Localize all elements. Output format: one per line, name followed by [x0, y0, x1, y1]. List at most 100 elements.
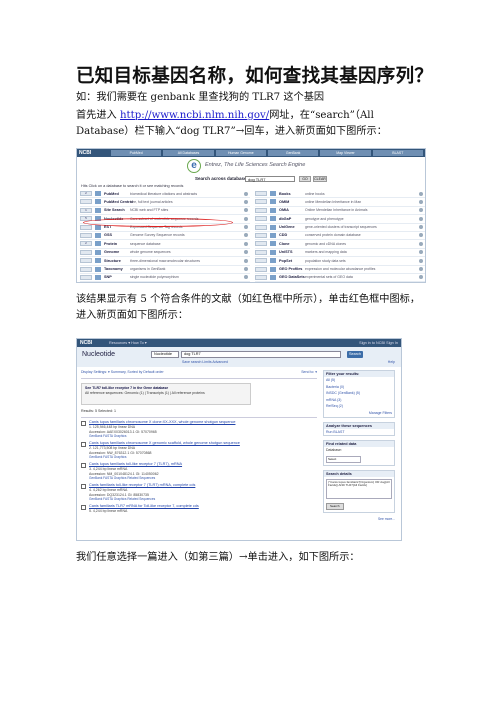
database-name[interactable]: PubMed Central — [104, 200, 133, 204]
display-settings-label[interactable]: Display Settings: ▾ Summary, Sorted by D… — [81, 370, 164, 374]
database-icon[interactable] — [270, 207, 276, 213]
hit-count[interactable] — [255, 232, 267, 238]
help-icon[interactable] — [419, 275, 423, 280]
database-icon[interactable] — [95, 249, 101, 255]
database-row-unists[interactable]: UniSTS markers and mapping data — [255, 249, 425, 258]
hit-count[interactable] — [255, 224, 267, 230]
database-row-geo-profiles[interactable]: GEO Profiles expression and molecular abu… — [255, 266, 425, 274]
result-checkbox[interactable] — [81, 442, 86, 447]
resources-links[interactable]: Resources ▾ How To ▾ — [109, 340, 147, 346]
display-settings[interactable]: Display Settings: ▾ Summary, Sorted by D… — [81, 370, 317, 379]
query-input[interactable]: dog TLR7 — [181, 351, 341, 358]
database-icon[interactable] — [270, 266, 276, 272]
result-checkbox[interactable] — [81, 463, 86, 468]
help-icon[interactable] — [419, 258, 423, 263]
help-icon[interactable] — [419, 241, 423, 246]
database-icon[interactable] — [95, 258, 101, 264]
database-row-structure[interactable]: Structure three-dimensional macromolecula… — [80, 257, 250, 266]
database-icon[interactable] — [270, 274, 276, 280]
result-checkbox[interactable] — [81, 505, 86, 510]
help-icon[interactable] — [244, 233, 248, 238]
tab-blast[interactable]: BLAST — [372, 150, 423, 156]
tab-genbank[interactable]: GenBank — [267, 150, 319, 156]
database-row-snp[interactable]: SNP single nucleotide polymorphism — [80, 274, 250, 282]
hit-count[interactable]: 2 — [80, 191, 92, 196]
database-row-unigene[interactable]: UniGene gene-oriented clusters of transcr… — [255, 224, 425, 232]
hit-count[interactable] — [255, 199, 267, 205]
database-icon[interactable] — [95, 241, 101, 247]
search-input[interactable]: dog TLR7 — [245, 176, 295, 182]
database-row-geo-datasets[interactable]: GEO DataSets experimental sets of GEO dat… — [255, 274, 425, 282]
hit-count[interactable] — [80, 232, 92, 238]
go-button[interactable]: GO — [299, 176, 311, 182]
database-name[interactable]: Protein — [104, 242, 117, 246]
hit-count[interactable] — [80, 266, 92, 272]
hit-count[interactable] — [255, 258, 267, 264]
database-icon[interactable] — [270, 224, 276, 230]
database-name[interactable]: UniGene — [279, 225, 295, 229]
database-name[interactable]: Clone — [279, 242, 290, 246]
hit-count[interactable] — [255, 266, 267, 272]
ncbi-logo[interactable]: NCBI — [80, 340, 92, 346]
database-icon[interactable] — [95, 266, 101, 272]
tab-human-genome[interactable]: Human Genome — [215, 150, 266, 156]
hit-count[interactable] — [255, 216, 267, 222]
help-icon[interactable] — [244, 250, 248, 255]
database-row-pubmed-central[interactable]: PubMed Central free, full text journal ar… — [80, 198, 250, 207]
database-select[interactable]: Nucleotide — [151, 351, 179, 358]
database-row-omim[interactable]: OMIM online Mendelian Inheritance in Man — [255, 198, 425, 207]
database-row-books[interactable]: Books online books — [255, 190, 425, 199]
hit-count[interactable] — [80, 199, 92, 205]
details-search-button[interactable]: Search — [326, 502, 344, 510]
database-name[interactable]: SNP — [104, 275, 112, 279]
run-blast-link[interactable]: Run BLAST — [324, 429, 394, 436]
database-icon[interactable] — [270, 199, 276, 205]
database-row-site-search[interactable]: 1 Site Search NCBI web and FTP sites — [80, 207, 250, 216]
help-icon[interactable] — [419, 225, 423, 230]
database-name[interactable]: OMIA — [279, 208, 289, 212]
database-icon[interactable] — [270, 258, 276, 264]
database-icon[interactable] — [270, 216, 276, 222]
database-row-popset[interactable]: PopSet population study data sets — [255, 257, 425, 266]
database-icon[interactable] — [270, 191, 276, 196]
help-icon[interactable] — [244, 225, 248, 230]
help-icon[interactable] — [244, 267, 248, 272]
help-icon[interactable] — [244, 208, 248, 213]
database-icon[interactable] — [270, 249, 276, 255]
ncbi-link[interactable]: http://www.ncbi.nlm.nih.gov/ — [120, 110, 269, 121]
hit-count[interactable] — [80, 249, 92, 255]
hit-count[interactable]: 2 — [80, 241, 92, 247]
help-icon[interactable] — [244, 258, 248, 263]
database-name[interactable]: Site Search — [104, 208, 125, 212]
database-icon[interactable] — [270, 241, 276, 247]
see-more-link[interactable]: See more... — [323, 517, 395, 521]
database-icon[interactable] — [95, 191, 101, 196]
database-name[interactable]: Taxonomy — [104, 267, 123, 271]
filter-item[interactable]: RefSeq (2) — [324, 403, 394, 410]
database-icon[interactable] — [95, 199, 101, 205]
database-name[interactable]: Books — [279, 192, 291, 196]
database-row-pubmed[interactable]: 2 PubMed biomedical literature citations a… — [80, 190, 250, 199]
help-icon[interactable] — [244, 275, 248, 280]
search-sublinks[interactable]: Save search Limits Advanced — [182, 360, 228, 364]
related-select[interactable]: Select — [326, 455, 361, 463]
hit-count[interactable] — [255, 249, 267, 255]
hit-count[interactable] — [255, 207, 267, 213]
filter-item[interactable]: INSDC (GenBank) (5) — [324, 390, 394, 397]
database-icon[interactable] — [270, 232, 276, 238]
filter-item[interactable]: Bacteria (0) — [324, 384, 394, 391]
database-name[interactable]: GSS — [104, 233, 112, 237]
hit-count[interactable] — [80, 258, 92, 264]
database-name[interactable]: dbGaP — [279, 217, 291, 221]
tab-map-viewer[interactable]: Map Viewer — [320, 150, 371, 156]
database-name[interactable]: CDD — [279, 233, 287, 237]
help-icon[interactable] — [244, 199, 248, 204]
gene-notice-line2[interactable]: All reference sequences: Genomic (1) | T… — [85, 391, 247, 396]
manage-filters-link[interactable]: Manage Filters — [324, 410, 394, 417]
database-name[interactable]: OMIM — [279, 200, 289, 204]
hit-count[interactable] — [255, 191, 267, 196]
database-name[interactable]: PopSet — [279, 259, 292, 263]
hit-count[interactable] — [80, 274, 92, 280]
tab-all-databases[interactable]: All Databases — [163, 150, 214, 156]
help-icon[interactable] — [244, 216, 248, 221]
